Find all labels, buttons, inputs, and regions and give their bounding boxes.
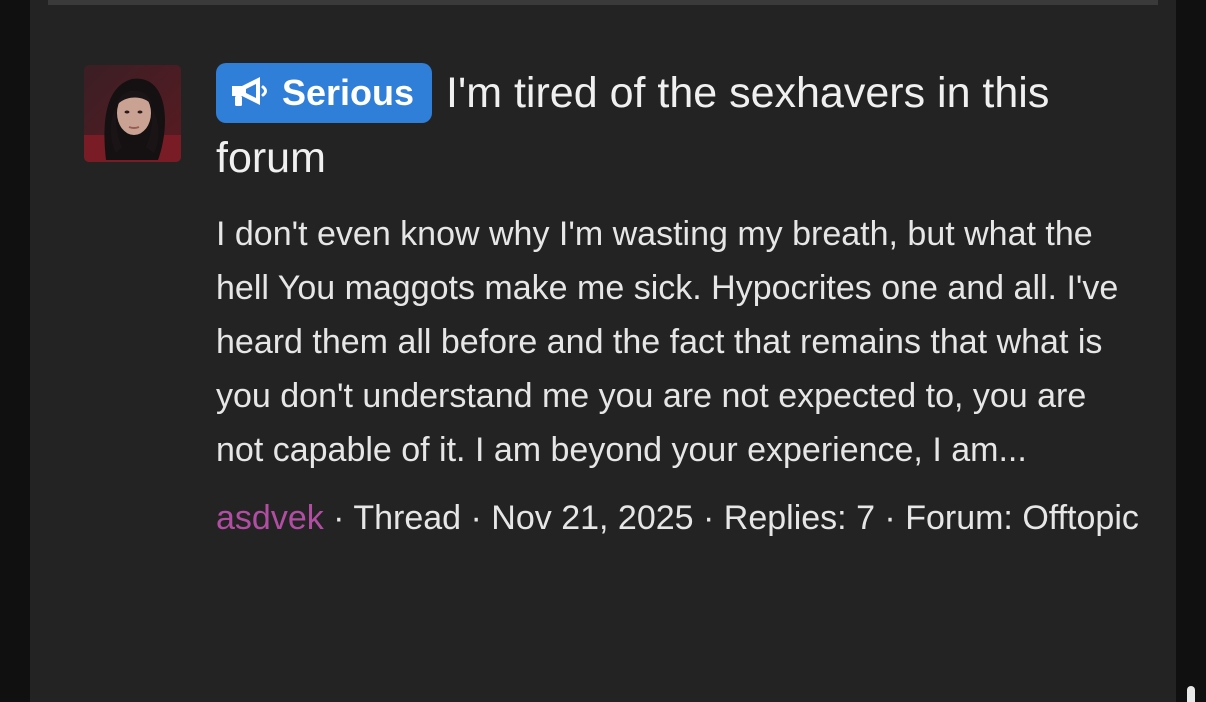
avatar[interactable] <box>84 65 181 162</box>
prefix-badge-label: Serious <box>282 72 415 113</box>
prefix-badge[interactable]: Serious <box>216 63 433 123</box>
thread-excerpt: I don't even know why I'm wasting my bre… <box>216 215 1119 469</box>
thread-result: Serious I'm tired of the sexhavers in thi… <box>216 61 1146 545</box>
thread-meta: asdvek · Thread · Nov 21, 2025 · Replies… <box>216 491 1146 545</box>
meta-separator: · <box>693 499 724 537</box>
forum-link[interactable]: Forum: Offtopic <box>905 499 1139 537</box>
meta-separator: · <box>461 499 492 537</box>
reply-count: Replies: 7 <box>723 499 875 537</box>
thread-title-row[interactable]: Serious I'm tired of the sexhavers in thi… <box>216 61 1146 191</box>
author-username[interactable]: asdvek <box>216 499 324 537</box>
avatar-image <box>84 65 181 162</box>
post-date: Nov 21, 2025 <box>491 499 694 537</box>
content-type: Thread <box>353 499 462 537</box>
top-divider <box>48 0 1158 5</box>
meta-separator: · <box>874 499 906 537</box>
meta-separator: · <box>323 499 354 537</box>
scrollbar-thumb[interactable] <box>1187 686 1195 702</box>
megaphone-icon <box>230 75 272 109</box>
